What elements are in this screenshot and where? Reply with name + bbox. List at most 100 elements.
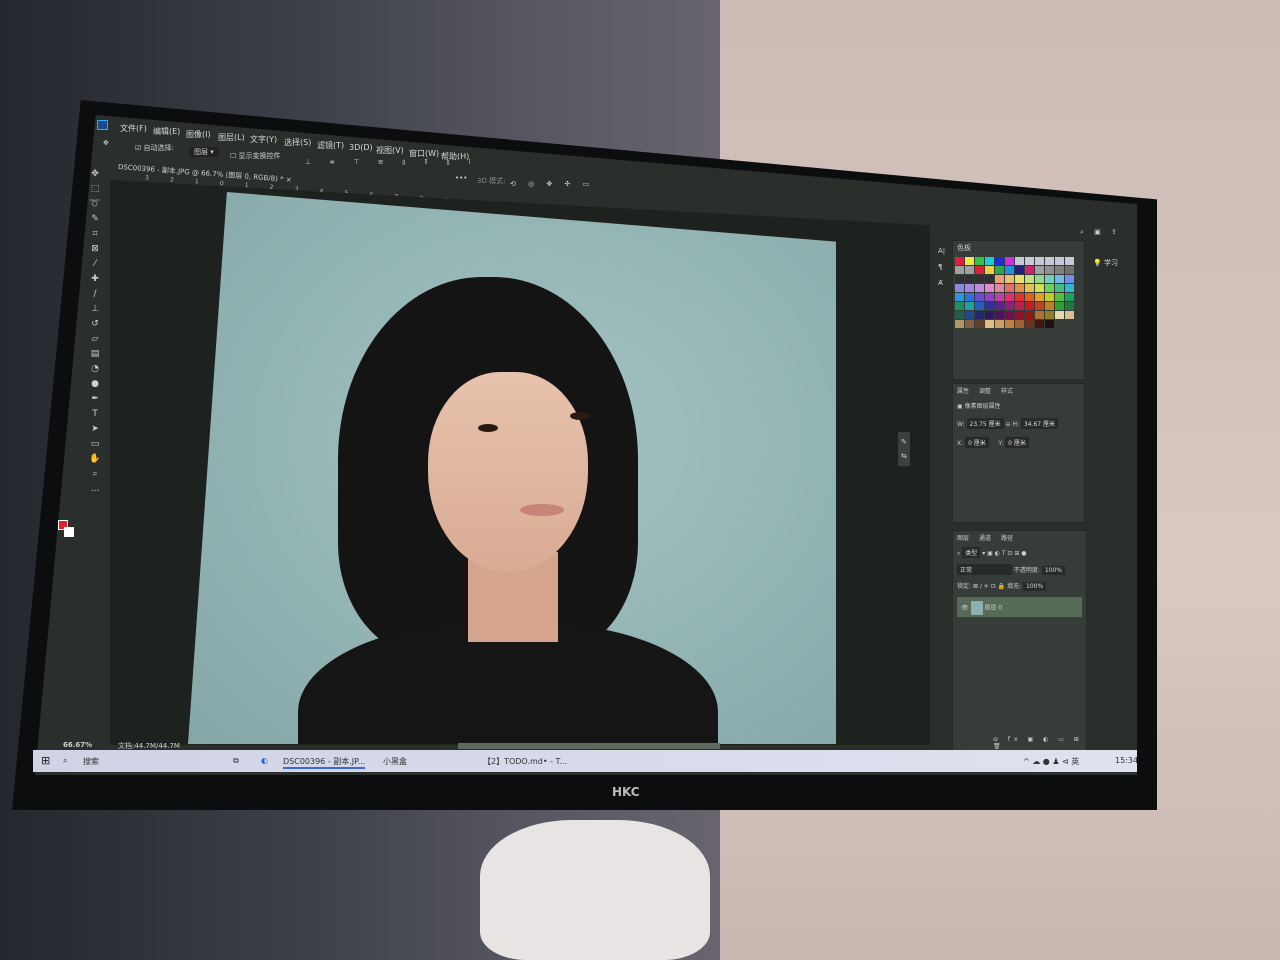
edge-icon[interactable]: ◐ [261,756,268,765]
color-swatch[interactable] [1045,266,1054,274]
opacity-field[interactable]: 100% [1041,566,1066,575]
color-swatch[interactable] [1035,293,1044,301]
more-options-icon[interactable]: ••• [455,174,467,182]
eyedropper-tool-icon[interactable]: ⁄ [88,258,102,270]
color-swatch[interactable] [1025,284,1034,292]
color-swatch[interactable] [1065,275,1074,283]
color-swatch[interactable] [1005,284,1014,292]
task-view-icon[interactable]: ⧉ [233,756,239,766]
color-swatch[interactable] [1005,311,1014,319]
close-tab-icon[interactable]: × [285,176,291,184]
color-swatch[interactable] [1045,293,1054,301]
color-swatch[interactable] [1055,257,1064,265]
tab-channels[interactable]: 通道 [979,533,991,542]
move-tool-icon[interactable]: ✥ [88,168,102,180]
color-swatch[interactable] [1005,257,1014,265]
color-swatch[interactable] [965,302,974,310]
color-swatch[interactable] [1005,320,1014,328]
background-color-swatch[interactable] [64,527,74,537]
photo-canvas[interactable] [188,192,836,744]
fill-field[interactable]: 100% [1023,582,1047,591]
color-swatch[interactable] [955,311,964,319]
workspace-icons[interactable]: ⌕ ▣ ⇪ [1080,228,1121,237]
color-swatch[interactable] [1045,284,1054,292]
color-swatch[interactable] [1005,275,1014,283]
menu-image[interactable]: 图像(I) [186,129,211,140]
tab-paths[interactable]: 路径 [1001,533,1013,542]
color-swatch[interactable] [975,275,984,283]
color-swatch[interactable] [985,320,994,328]
color-swatch[interactable] [1055,302,1064,310]
menu-type[interactable]: 文字(Y) [250,134,277,145]
color-swatch[interactable] [1055,266,1064,274]
color-swatch[interactable] [1025,275,1034,283]
zoom-level[interactable]: 66.67% [63,741,92,749]
pen-tool-icon[interactable]: ✒ [88,393,102,405]
tab-properties[interactable]: 属性 [957,386,969,395]
color-swatch[interactable] [1055,293,1064,301]
color-swatch[interactable] [1015,275,1024,283]
color-swatch[interactable] [975,320,984,328]
healing-tool-icon[interactable]: ✚ [88,273,102,285]
color-swatch[interactable] [1045,302,1054,310]
move-tool-option-icon[interactable]: ✥ [103,139,109,147]
align-buttons[interactable]: ⊥ ≑ ⊤ ≡ ⫫ ⫪ ⫫ ⁞ [305,158,479,167]
hand-tool-icon[interactable]: ✋ [88,453,102,465]
type-tool-icon[interactable]: T [88,408,102,420]
color-swatch[interactable] [1015,302,1024,310]
layer-dropdown[interactable]: 图层 ▾ [190,147,218,157]
color-swatch[interactable] [955,284,964,292]
auto-select-checkbox[interactable]: ☑ 自动选择: [135,143,174,153]
start-icon[interactable]: ⊞ [41,754,50,767]
color-swatch[interactable] [1045,257,1054,265]
color-swatch[interactable] [1065,311,1074,319]
color-swatch[interactable] [1045,275,1054,283]
color-swatch[interactable] [1015,293,1024,301]
color-swatch[interactable] [955,266,964,274]
visibility-eye-icon[interactable]: 👁 [961,605,969,612]
color-swatch[interactable] [1035,266,1044,274]
3d-mode-icons[interactable]: ⟲ ◎ ✥ ✣ ▭ [510,180,594,188]
color-swatch[interactable] [965,266,974,274]
color-swatch[interactable] [1025,293,1034,301]
color-swatch[interactable] [1005,266,1014,274]
blend-mode-dropdown[interactable]: 正常 [957,564,1012,575]
show-transform-checkbox[interactable]: ☐ 显示变换控件 [230,151,281,161]
color-swatch[interactable] [975,284,984,292]
color-swatch[interactable] [1025,311,1034,319]
color-swatch[interactable] [1015,257,1024,265]
history-brush-tool-icon[interactable]: ↺ [88,318,102,330]
color-swatch[interactable] [1005,293,1014,301]
color-swatch[interactable] [995,275,1004,283]
taskbar-item-todo[interactable]: 【2】TODO.md• - T... [483,756,567,767]
color-swatch[interactable] [975,293,984,301]
color-swatch[interactable] [995,284,1004,292]
side-icons[interactable]: A| ¶ Ⱥ [938,243,945,291]
menu-3d[interactable]: 3D(D) [349,143,373,152]
color-swatch[interactable] [1055,284,1064,292]
menu-filter[interactable]: 滤镜(T) [317,140,344,151]
color-swatch[interactable] [1035,311,1044,319]
width-field[interactable]: 23.75 厘米 [966,418,1004,429]
brush-tool-icon[interactable]: ∕ [88,288,102,300]
quick-select-tool-icon[interactable]: ✎ [88,213,102,225]
menu-layer[interactable]: 图层(L) [218,132,245,143]
color-swatch[interactable] [995,320,1004,328]
color-swatch[interactable] [1025,266,1034,274]
color-swatch[interactable] [995,311,1004,319]
frame-tool-icon[interactable]: ⊠ [88,243,102,255]
search-box[interactable]: 搜索 [83,756,99,767]
color-swatch[interactable] [1065,293,1074,301]
taskbar-item-photoshop[interactable]: DSC00396 - 副本.JP... [283,756,366,769]
color-swatch[interactable] [1025,320,1034,328]
color-swatch[interactable] [1015,284,1024,292]
y-field[interactable]: 0 厘米 [1005,437,1029,448]
x-field[interactable]: 0 厘米 [965,437,989,448]
eraser-tool-icon[interactable]: ▱ [88,333,102,345]
color-swatch[interactable] [1065,284,1074,292]
color-swatch[interactable] [1065,266,1074,274]
color-swatch[interactable] [1055,311,1064,319]
more-tool-icon[interactable]: … [88,483,102,495]
tab-styles[interactable]: 样式 [1001,386,1013,395]
color-swatch[interactable] [1015,320,1024,328]
